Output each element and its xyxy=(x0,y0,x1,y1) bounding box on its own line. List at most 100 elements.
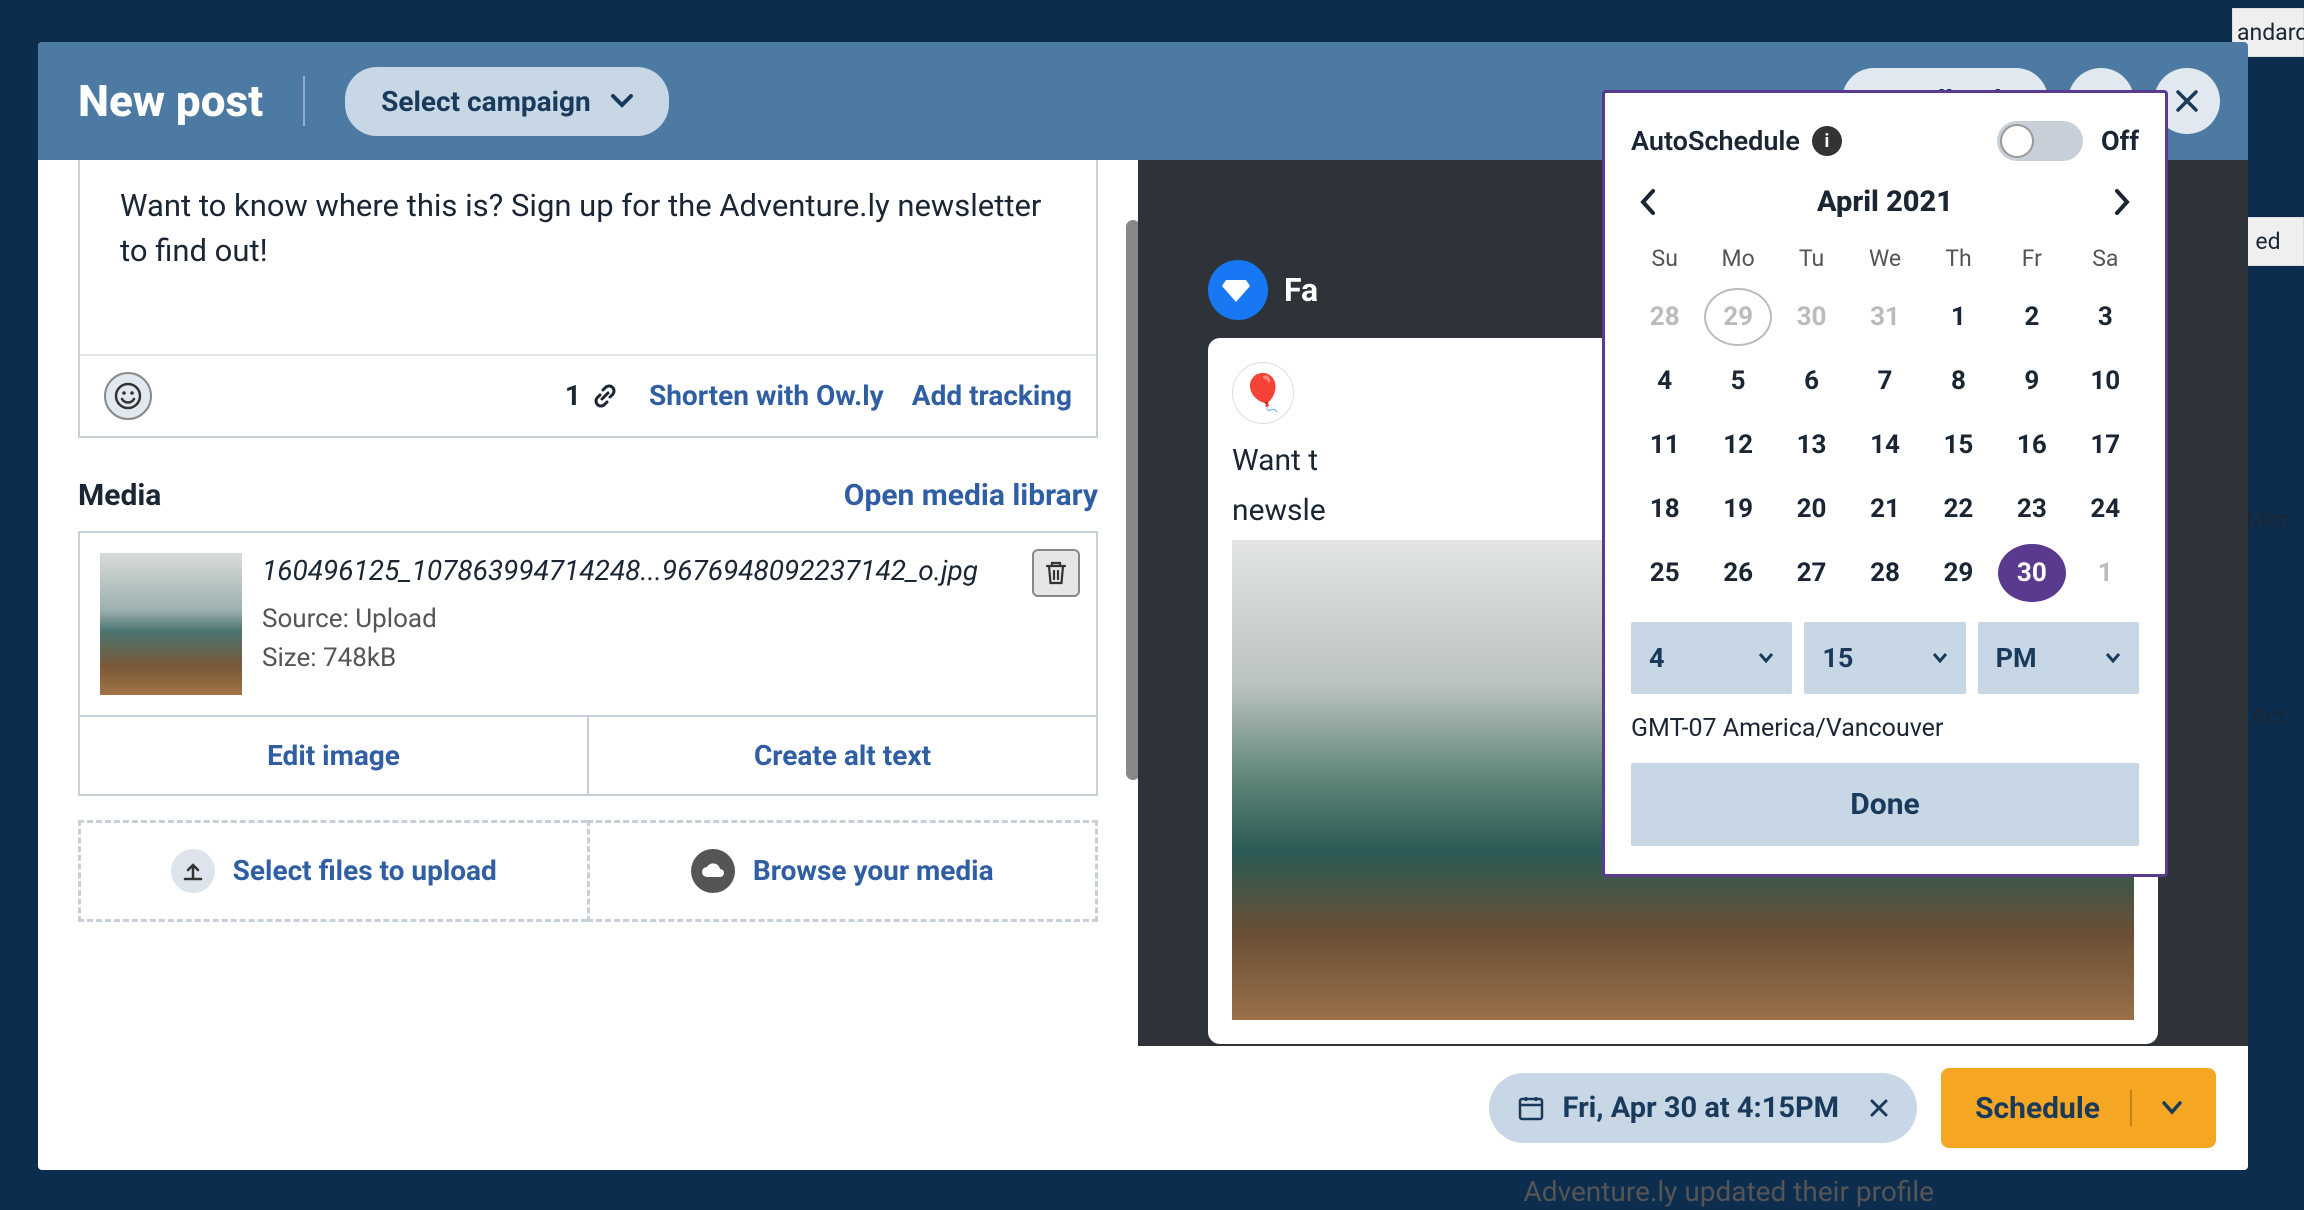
select-files-button[interactable]: Select files to upload xyxy=(78,820,587,922)
info-icon[interactable]: i xyxy=(1812,126,1842,156)
media-section-label: Media xyxy=(78,478,161,513)
edit-image-button[interactable]: Edit image xyxy=(80,717,589,794)
calendar-day[interactable]: 21 xyxy=(1851,480,1918,538)
calendar-day[interactable]: 23 xyxy=(1998,480,2065,538)
modal-footer: Fri, Apr 30 at 4:15PM Schedule xyxy=(1138,1046,2248,1170)
select-files-label: Select files to upload xyxy=(233,854,497,887)
autoschedule-state: Off xyxy=(2101,125,2139,157)
emoji-icon xyxy=(114,382,142,410)
calendar-day[interactable]: 1 xyxy=(1925,288,1992,346)
post-text-container: Want to know where this is? Sign up for … xyxy=(78,160,1098,438)
scheduled-time-chip[interactable]: Fri, Apr 30 at 4:15PM xyxy=(1489,1073,1918,1143)
divider xyxy=(303,76,305,126)
clear-schedule-icon[interactable] xyxy=(1869,1098,1889,1118)
calendar-day[interactable]: 8 xyxy=(1925,352,1992,410)
calendar-day[interactable]: 29 xyxy=(1925,544,1992,602)
calendar-day[interactable]: 30 xyxy=(1778,288,1845,346)
campaign-label: Select campaign xyxy=(381,85,591,118)
calendar-dow: We xyxy=(1851,235,1918,282)
calendar-day[interactable]: 13 xyxy=(1778,416,1845,474)
media-thumbnail[interactable] xyxy=(100,553,242,695)
media-source: Source: Upload xyxy=(262,601,1076,637)
divider xyxy=(2130,1090,2132,1126)
autoschedule-toggle[interactable] xyxy=(1997,121,2083,161)
select-campaign-button[interactable]: Select campaign xyxy=(345,67,669,136)
open-media-library-link[interactable]: Open media library xyxy=(844,478,1098,513)
create-alt-text-button[interactable]: Create alt text xyxy=(589,717,1096,794)
emoji-button[interactable] xyxy=(104,372,152,420)
calendar-day[interactable]: 7 xyxy=(1851,352,1918,410)
link-icon xyxy=(589,380,621,412)
calendar-day[interactable]: 26 xyxy=(1704,544,1771,602)
schedule-button[interactable]: Schedule xyxy=(1941,1068,2216,1148)
network-label: Fa xyxy=(1284,271,1318,309)
calendar-day[interactable]: 25 xyxy=(1631,544,1698,602)
media-filename: 160496125_107863994714248...967694809223… xyxy=(262,553,1076,589)
close-icon xyxy=(2174,88,2200,114)
text-toolbar: 1 Shorten with Ow.ly Add tracking xyxy=(80,354,1096,436)
chevron-down-icon xyxy=(2162,1101,2182,1115)
upload-icon xyxy=(171,849,215,893)
cloud-icon xyxy=(691,849,735,893)
calendar-day[interactable]: 10 xyxy=(2072,352,2139,410)
calendar-day[interactable]: 19 xyxy=(1704,480,1771,538)
calendar-dow: Fr xyxy=(1998,235,2065,282)
calendar-day[interactable]: 5 xyxy=(1704,352,1771,410)
calendar-day[interactable]: 22 xyxy=(1925,480,1992,538)
calendar-day[interactable]: 14 xyxy=(1851,416,1918,474)
next-month-button[interactable] xyxy=(2113,188,2131,216)
calendar-day[interactable]: 3 xyxy=(2072,288,2139,346)
calendar-day[interactable]: 16 xyxy=(1998,416,2065,474)
modal-title: New post xyxy=(78,75,263,127)
calendar-day[interactable]: 15 xyxy=(1925,416,1992,474)
minute-select[interactable]: 15 xyxy=(1804,622,1965,694)
calendar-day[interactable]: 31 xyxy=(1851,288,1918,346)
hour-select[interactable]: 4 xyxy=(1631,622,1792,694)
calendar-day[interactable]: 28 xyxy=(1631,288,1698,346)
calendar-icon xyxy=(1517,1094,1545,1122)
browse-media-button[interactable]: Browse your media xyxy=(587,820,1099,922)
facebook-icon xyxy=(1208,260,1268,320)
chevron-down-icon xyxy=(1932,652,1948,664)
calendar-day[interactable]: 28 xyxy=(1851,544,1918,602)
calendar-day[interactable]: 9 xyxy=(1998,352,2065,410)
media-size: Size: 748kB xyxy=(262,640,1076,676)
done-button[interactable]: Done xyxy=(1631,763,2139,846)
calendar-day[interactable]: 6 xyxy=(1778,352,1845,410)
page-avatar: 🎈 xyxy=(1232,362,1294,424)
date-picker-popover: AutoSchedule i Off April 2021 SuMoTuWeTh… xyxy=(1602,90,2168,877)
calendar-day[interactable]: 2 xyxy=(1998,288,2065,346)
browse-media-label: Browse your media xyxy=(753,854,994,887)
add-tracking-button[interactable]: Add tracking xyxy=(912,379,1072,412)
ampm-select[interactable]: PM xyxy=(1978,622,2139,694)
post-text-input[interactable]: Want to know where this is? Sign up for … xyxy=(80,160,1096,354)
calendar-dow: Mo xyxy=(1704,235,1771,282)
calendar-day[interactable]: 11 xyxy=(1631,416,1698,474)
delete-media-button[interactable] xyxy=(1032,549,1080,597)
autoschedule-label: AutoSchedule xyxy=(1631,125,1800,157)
calendar-day[interactable]: 29 xyxy=(1704,288,1771,346)
calendar-day[interactable]: 1 xyxy=(2072,544,2139,602)
calendar-day[interactable]: 30 xyxy=(1998,544,2065,602)
timezone-label: GMT-07 America/Vancouver xyxy=(1631,714,2139,743)
trash-icon xyxy=(1044,560,1068,586)
calendar-day[interactable]: 17 xyxy=(2072,416,2139,474)
chevron-down-icon xyxy=(611,94,633,108)
calendar-day[interactable]: 12 xyxy=(1704,416,1771,474)
calendar-dow: Tu xyxy=(1778,235,1845,282)
shorten-link-button[interactable]: Shorten with Ow.ly xyxy=(649,379,884,412)
chevron-down-icon xyxy=(1758,652,1774,664)
compose-panel: Want to know where this is? Sign up for … xyxy=(38,160,1138,1170)
calendar-dow: Sa xyxy=(2072,235,2139,282)
calendar-day[interactable]: 27 xyxy=(1778,544,1845,602)
calendar-day[interactable]: 4 xyxy=(1631,352,1698,410)
calendar-dow: Th xyxy=(1925,235,1992,282)
prev-month-button[interactable] xyxy=(1639,188,1657,216)
calendar-month-label: April 2021 xyxy=(1817,185,1953,219)
media-item: 160496125_107863994714248...967694809223… xyxy=(78,531,1098,717)
calendar-dow: Su xyxy=(1631,235,1698,282)
calendar-day[interactable]: 18 xyxy=(1631,480,1698,538)
calendar-day[interactable]: 24 xyxy=(2072,480,2139,538)
calendar-day[interactable]: 20 xyxy=(1778,480,1845,538)
schedule-button-label: Schedule xyxy=(1975,1091,2100,1126)
